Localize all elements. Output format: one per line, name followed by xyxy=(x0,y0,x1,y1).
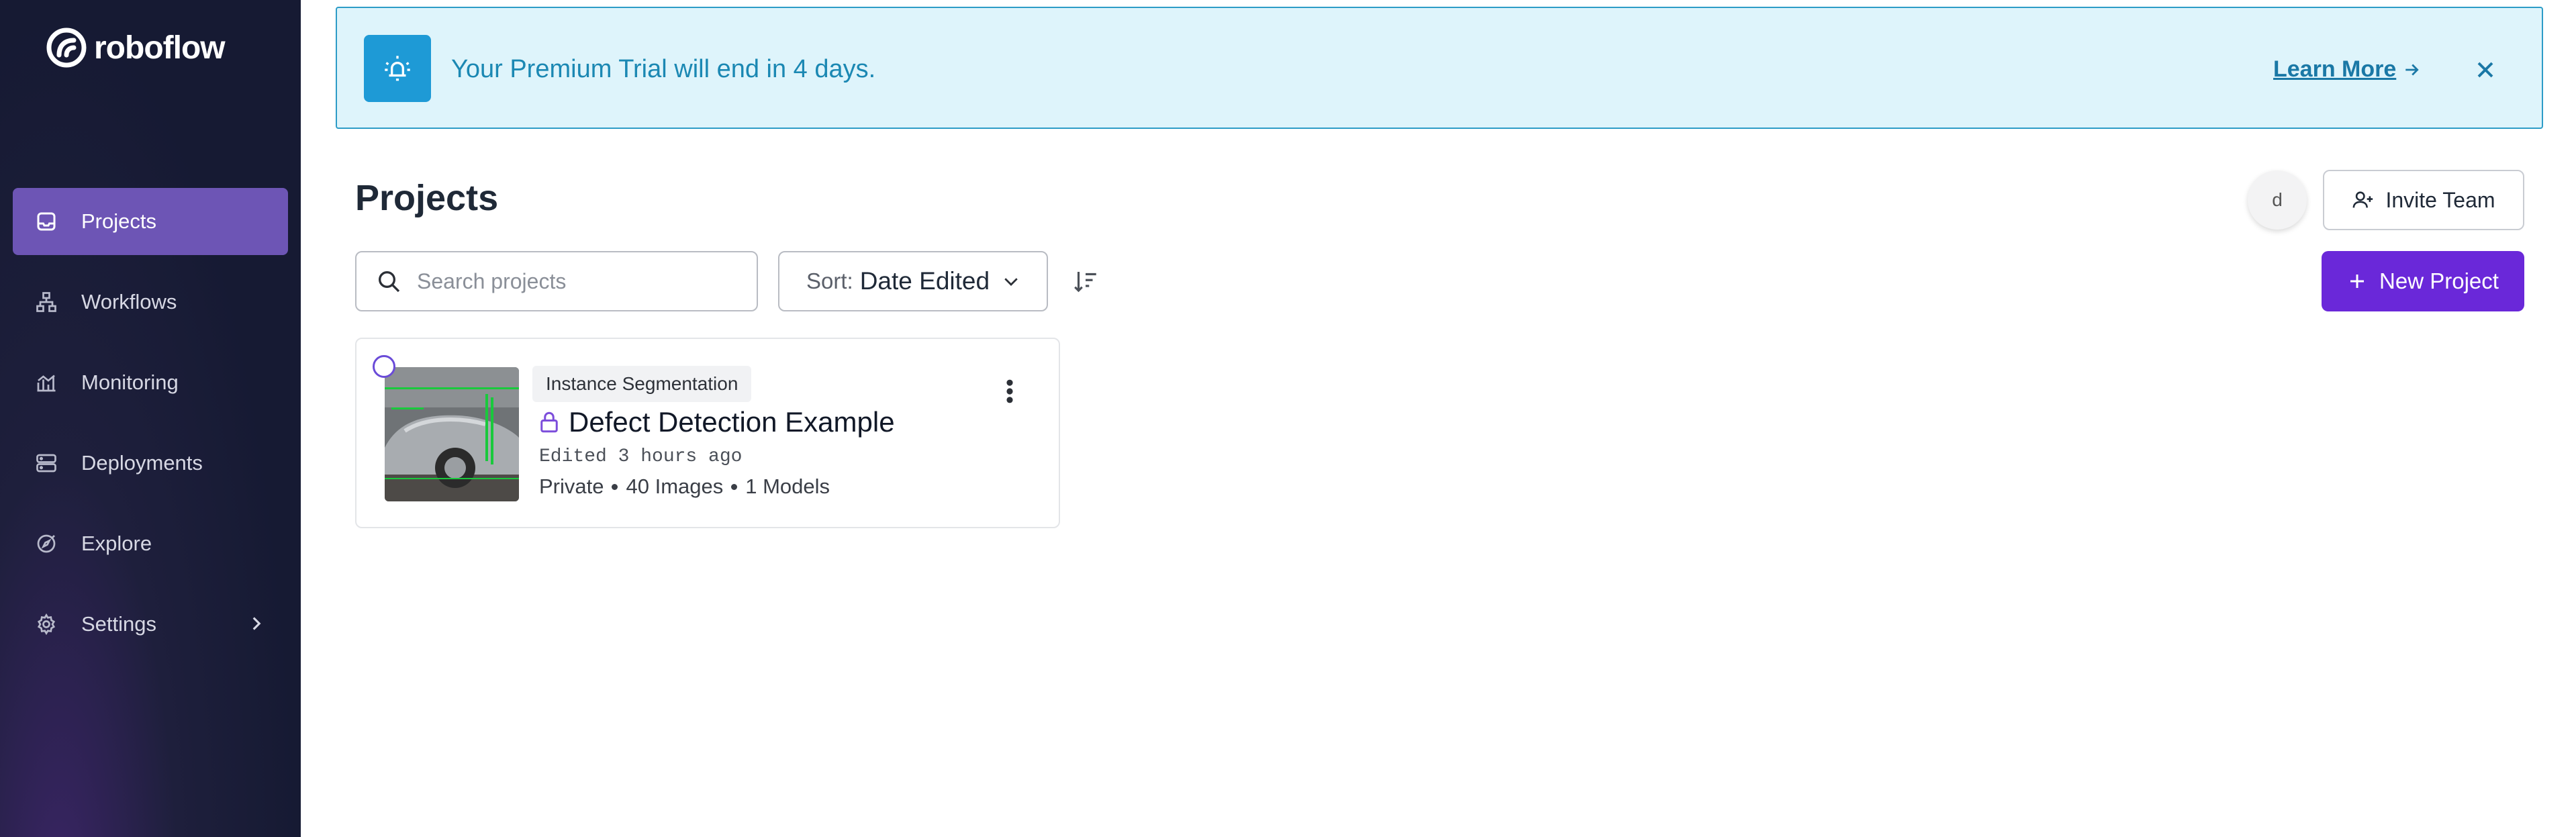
inbox-icon xyxy=(34,209,58,234)
close-icon[interactable] xyxy=(2472,56,2499,83)
banner-message: Your Premium Trial will end in 4 days. xyxy=(451,55,876,83)
lock-icon xyxy=(540,411,558,433)
workflow-icon xyxy=(34,290,58,314)
separator-dot xyxy=(731,483,738,490)
gear-icon xyxy=(34,612,58,636)
project-type-tag: Instance Segmentation xyxy=(532,366,752,402)
sidebar-item-label: Workflows xyxy=(81,290,177,313)
sidebar-item-label: Deployments xyxy=(81,451,203,475)
compass-icon xyxy=(34,532,58,556)
chart-icon xyxy=(34,371,58,395)
sidebar-item-monitoring[interactable]: Monitoring xyxy=(13,349,288,416)
invite-team-button[interactable]: Invite Team xyxy=(2323,170,2524,230)
roboflow-logo-icon xyxy=(46,28,87,68)
sidebar-item-deployments[interactable]: Deployments xyxy=(13,430,288,497)
sort-direction-icon[interactable] xyxy=(1071,267,1100,295)
project-thumbnail xyxy=(385,367,519,501)
plus-icon xyxy=(2350,275,2365,288)
sort-value: Date Edited xyxy=(859,267,990,295)
select-checkbox[interactable] xyxy=(373,355,395,378)
models-count: 1 Models xyxy=(745,475,830,498)
sidebar-item-projects[interactable]: Projects xyxy=(13,188,288,255)
edited-time: Edited 3 hours ago xyxy=(539,446,743,467)
sidebar: roboflow Projects Workflows Monitoring D… xyxy=(0,0,301,837)
page-title: Projects xyxy=(355,178,499,218)
new-project-label: New Project xyxy=(2379,268,2499,293)
chevron-down-icon xyxy=(1004,278,1018,286)
invite-team-label: Invite Team xyxy=(2385,187,2495,212)
separator-dot xyxy=(612,483,618,490)
sidebar-item-label: Explore xyxy=(81,532,152,555)
sidebar-item-settings[interactable]: Settings xyxy=(13,591,288,658)
project-card[interactable]: Instance Segmentation Defect Detection E… xyxy=(355,338,1060,528)
project-meta: Private 40 Images 1 Models xyxy=(539,475,830,499)
trial-banner: Your Premium Trial will end in 4 days. L… xyxy=(336,7,2543,129)
sidebar-item-label: Projects xyxy=(81,209,156,233)
images-count: 40 Images xyxy=(626,475,724,498)
server-icon xyxy=(34,451,58,475)
sort-dropdown[interactable]: Sort: Date Edited xyxy=(778,251,1048,311)
new-project-button[interactable]: New Project xyxy=(2322,251,2524,311)
project-name: Defect Detection Example xyxy=(569,406,895,438)
sort-prefix: Sort: xyxy=(806,268,853,293)
learn-more-link[interactable]: Learn More xyxy=(2273,56,2422,83)
project-title[interactable]: Defect Detection Example xyxy=(539,406,895,438)
avatar[interactable]: d xyxy=(2248,170,2307,230)
arrow-right-icon xyxy=(2405,64,2419,75)
chevron-right-icon xyxy=(252,617,261,630)
more-options-icon[interactable] xyxy=(1000,377,1020,406)
sidebar-nav: Projects Workflows Monitoring Deployment… xyxy=(13,188,288,671)
brand-logo[interactable]: roboflow xyxy=(46,27,226,68)
learn-more-label: Learn More xyxy=(2273,56,2397,82)
sidebar-item-label: Monitoring xyxy=(81,371,179,394)
brand-name: roboflow xyxy=(94,30,226,66)
sidebar-item-label: Settings xyxy=(81,612,157,636)
add-user-icon xyxy=(2353,191,2373,208)
search-box xyxy=(355,251,758,311)
sidebar-item-explore[interactable]: Explore xyxy=(13,510,288,577)
alarm-bell-icon xyxy=(364,35,431,102)
visibility-text: Private xyxy=(539,475,604,498)
sidebar-item-workflows[interactable]: Workflows xyxy=(13,268,288,336)
search-icon xyxy=(379,271,400,293)
search-input[interactable] xyxy=(417,268,739,294)
